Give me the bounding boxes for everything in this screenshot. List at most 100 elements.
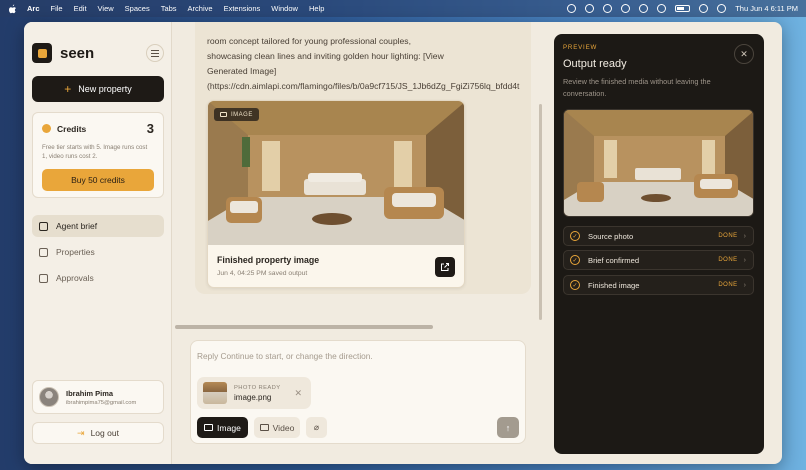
logo-row: seen (32, 42, 164, 64)
menu-archive[interactable]: Archive (188, 4, 213, 13)
check-icon: ✓ (570, 280, 580, 290)
reply-input[interactable]: Reply Continue to start, or change the d… (197, 351, 373, 361)
copy-icon (39, 273, 48, 283)
external-link-icon (441, 263, 449, 271)
message-text: room concept tailored for young professi… (207, 36, 520, 91)
arrow-up-icon: ↑ (505, 422, 511, 433)
step-status: DONE (718, 282, 738, 288)
image-icon (220, 112, 227, 117)
credits-description: Free tier starts with 5. Image runs cost… (42, 144, 148, 160)
step-status: DONE (718, 257, 738, 263)
avatar (39, 387, 59, 407)
buy-credits-button[interactable]: Buy 50 credits (42, 169, 154, 191)
video-mode-label: Video (272, 422, 295, 433)
plus-icon: + (64, 82, 72, 96)
image-badge: IMAGE (214, 108, 259, 121)
attachment-status: PHOTO READY (234, 384, 281, 391)
menu-arc[interactable]: Arc (27, 4, 40, 13)
check-icon: ✓ (570, 255, 580, 265)
menubar-clock[interactable]: Thu Jun 4 6:11 PM (735, 4, 798, 13)
user-email: ibrahimpima75@gmail.com (66, 399, 137, 406)
nav-item-properties[interactable]: Properties (32, 241, 164, 263)
nav-item-label: Properties (56, 247, 95, 257)
record-icon[interactable] (639, 4, 649, 13)
new-property-label: New property (78, 84, 132, 94)
logout-icon: ⇥ (77, 427, 85, 438)
preview-image[interactable] (563, 109, 754, 217)
control-center-icon[interactable] (717, 4, 727, 13)
search-icon[interactable] (699, 4, 709, 13)
nav-item-approvals[interactable]: Approvals (32, 267, 164, 289)
menu-view[interactable]: View (98, 4, 114, 13)
building-icon (39, 247, 48, 257)
remove-attachment-icon[interactable]: ✕ (294, 388, 302, 399)
step-label: Brief confirmed (588, 255, 640, 265)
attachment-chip[interactable]: PHOTO READY image.png ✕ (197, 377, 311, 409)
send-button[interactable]: ↑ (497, 417, 519, 438)
step-label: Source photo (588, 231, 634, 241)
credits-count: 3 (146, 121, 154, 136)
image-mode-button[interactable]: Image (197, 417, 248, 438)
new-property-button[interactable]: + New property (32, 76, 164, 102)
logout-button[interactable]: ⇥ Log out (32, 422, 164, 444)
attachment-thumbnail (203, 382, 227, 404)
nav-item-agent-brief[interactable]: Agent brief (32, 215, 164, 237)
menu-file[interactable]: File (51, 4, 63, 13)
step-label: Finished image (588, 280, 640, 290)
menu-bar: Arc File Edit View Spaces Tabs Archive E… (0, 0, 806, 17)
menu-edit[interactable]: Edit (74, 4, 87, 13)
close-icon: ✕ (740, 48, 748, 59)
close-preview-button[interactable]: ✕ (734, 44, 754, 64)
vertical-scrollbar[interactable] (539, 104, 542, 320)
logout-label: Log out (90, 428, 119, 438)
status-area: Thu Jun 4 6:11 PM (567, 4, 798, 13)
open-external-button[interactable] (435, 257, 455, 277)
image-badge-label: IMAGE (231, 111, 253, 118)
nav-item-label: Agent brief (56, 221, 98, 231)
chevron-right-icon: › (743, 232, 746, 240)
attachment-filename: image.png (234, 392, 272, 402)
preview-title: Output ready (563, 58, 627, 70)
horizontal-scrollbar[interactable] (175, 325, 433, 329)
skype-icon[interactable] (567, 4, 577, 13)
battery-icon[interactable] (675, 5, 691, 12)
clock-icon[interactable] (603, 4, 613, 13)
app-name: seen (60, 44, 95, 62)
image-icon (204, 424, 214, 431)
check-icon: ✓ (570, 231, 580, 241)
sidebar: seen + New property Credits 3 Free tier … (24, 22, 172, 464)
credits-label: Credits (57, 123, 87, 134)
credits-card: Credits 3 Free tier starts with 5. Image… (32, 112, 164, 198)
step-finished-image[interactable]: ✓ Finished image DONE › (563, 275, 754, 295)
preview-panel: PREVIEW Output ready ✕ Review the finish… (554, 34, 764, 454)
video-mode-button[interactable]: Video (254, 417, 300, 438)
step-source-photo[interactable]: ✓ Source photo DONE › (563, 226, 754, 246)
menu-window[interactable]: Window (271, 4, 298, 13)
menu-extensions[interactable]: Extensions (224, 4, 261, 13)
app-window: seen + New property Credits 3 Free tier … (24, 22, 782, 464)
card-subtitle: Jun 4, 04:25 PM saved output (217, 270, 308, 277)
step-brief-confirmed[interactable]: ✓ Brief confirmed DONE › (563, 250, 754, 270)
cloud-icon[interactable] (585, 4, 595, 13)
attach-button[interactable]: ⌀ (306, 417, 327, 438)
sidebar-toggle-button[interactable] (146, 44, 164, 62)
paperclip-icon: ⌀ (313, 422, 320, 432)
menu-help[interactable]: Help (309, 4, 324, 13)
chevron-right-icon: › (743, 281, 746, 289)
timer-icon[interactable] (621, 4, 631, 13)
message-list[interactable]: room concept tailored for young professi… (173, 22, 547, 332)
generated-image[interactable]: IMAGE (208, 101, 464, 245)
card-title: Finished property image (217, 255, 320, 265)
chat-area: room concept tailored for young professi… (173, 22, 547, 464)
user-name: Ibrahim Pima (66, 388, 114, 398)
image-result-card[interactable]: IMAGE Finished property image Jun 4, 04:… (207, 100, 465, 288)
user-card[interactable]: Ibrahim Pima ibrahimpima75@gmail.com (32, 380, 164, 414)
menu-tabs[interactable]: Tabs (161, 4, 177, 13)
chevron-right-icon: › (743, 256, 746, 264)
nav-item-label: Approvals (56, 273, 94, 283)
agent-brief-icon (39, 221, 48, 231)
apple-icon[interactable] (8, 4, 17, 14)
coin-icon (42, 124, 51, 133)
wifi-icon[interactable] (657, 4, 667, 13)
menu-spaces[interactable]: Spaces (125, 4, 150, 13)
